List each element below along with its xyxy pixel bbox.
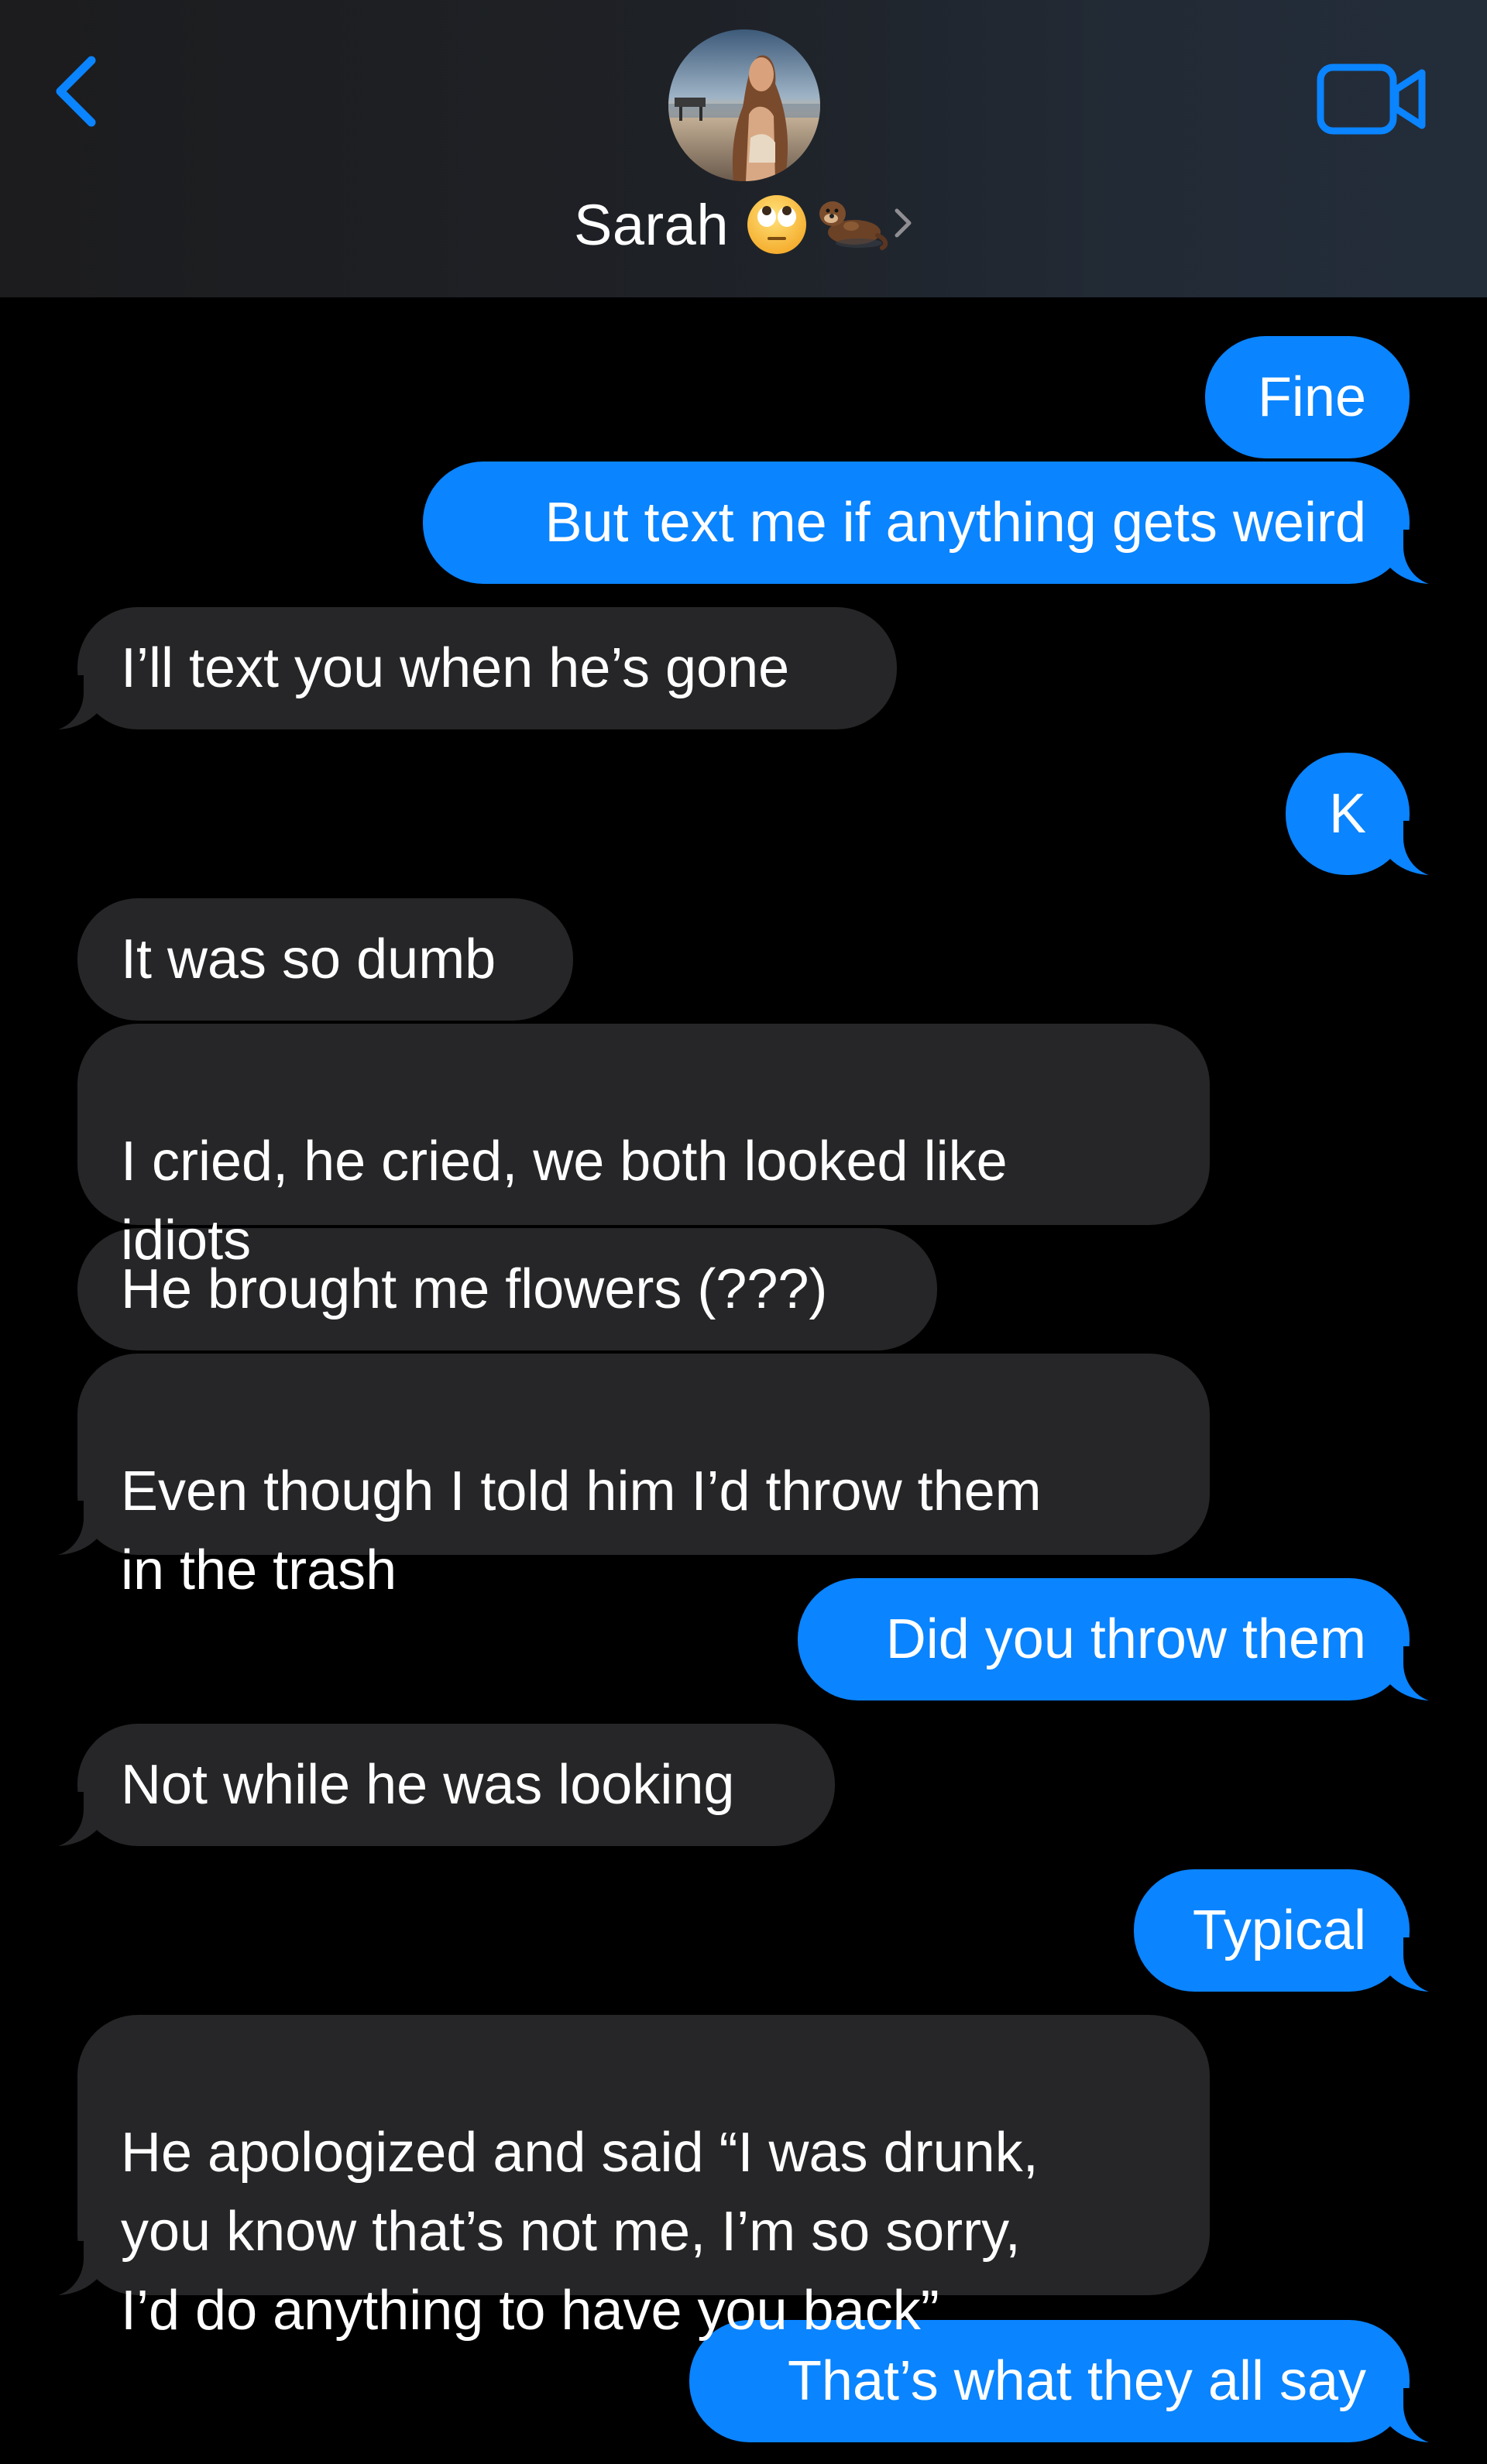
avatar-photo (668, 29, 820, 181)
message-received[interactable]: I cried, he cried, we both looked like i… (77, 1024, 1210, 1271)
chevron-left-icon (56, 56, 96, 127)
avatar[interactable] (668, 29, 820, 181)
conversation-header: Sarah (0, 0, 1487, 297)
message-sent[interactable]: Did you throw them (798, 1578, 1450, 1702)
message-received[interactable]: Even though I told him I’d throw them in… (37, 1354, 1210, 1601)
message-sent[interactable]: Typical (1134, 1869, 1450, 1993)
message-sent[interactable]: K (1286, 753, 1450, 877)
contact-name: Sarah (574, 192, 729, 257)
message-received[interactable]: It was so dumb (77, 898, 573, 1021)
message-received[interactable]: Not while he was looking (37, 1724, 835, 1848)
message-received[interactable]: He apologized and said “I was drunk, you… (37, 2015, 1210, 2342)
back-button[interactable] (48, 53, 110, 130)
contact-name-button[interactable]: Sarah (0, 186, 1487, 263)
otter-icon (812, 190, 890, 259)
video-camera-icon (1317, 63, 1426, 135)
video-call-button[interactable] (1317, 63, 1429, 135)
chevron-right-icon (893, 206, 913, 244)
message-sent[interactable]: But text me if anything gets weird (423, 462, 1450, 585)
message-sent[interactable]: Fine (1205, 336, 1410, 458)
face-with-rolling-eyes-icon (744, 190, 809, 259)
message-received[interactable]: I’ll text you when he’s gone (37, 607, 897, 731)
